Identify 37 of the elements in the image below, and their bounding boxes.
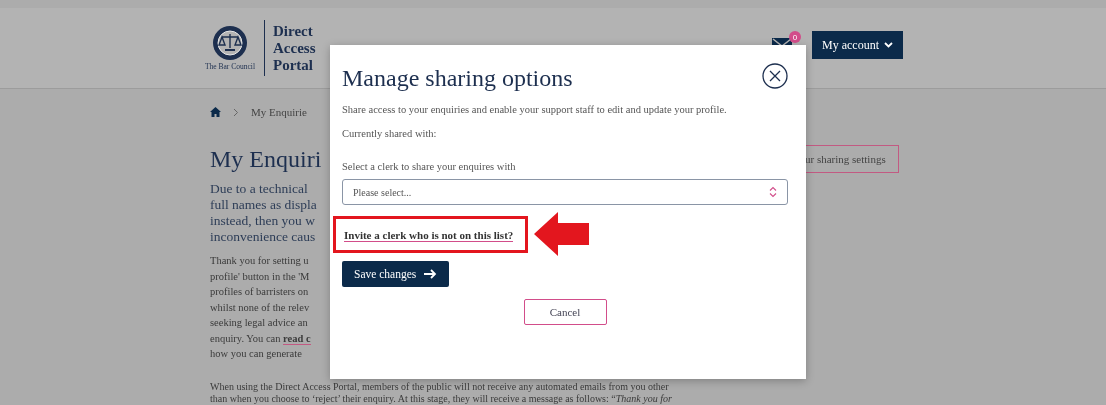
body-text: When using the Direct Access Portal, members of the public will not receive any automated emails from you other — [210, 381, 669, 393]
notice-text: Due to a technical — [210, 181, 308, 197]
body-text: profile' button in the 'M — [210, 269, 310, 284]
read-link[interactable]: read c — [283, 332, 311, 345]
pointer-arrow — [534, 212, 590, 256]
seal-logo-icon — [212, 25, 248, 61]
sort-chevrons-icon — [769, 186, 777, 198]
clerk-select[interactable]: Please select... — [342, 179, 788, 205]
dialog-title: Manage sharing options — [342, 65, 573, 92]
notice-text: inconvenience caus — [210, 229, 316, 245]
page-heading: My Enquiri — [210, 145, 323, 173]
close-icon[interactable] — [762, 63, 788, 89]
notice-text: full names as displa — [210, 197, 317, 213]
body-text: how you can generate — [210, 347, 302, 361]
logo-title: Portal — [273, 56, 314, 74]
body-text: than when you choose to ‘reject’ their enquiry. At this stage, they will receive a message as follows: “Thank you for — [210, 392, 672, 404]
notice-text: instead, then you w — [210, 213, 315, 229]
breadcrumb-item[interactable]: My Enquirie — [251, 106, 307, 118]
dialog-description: Share access to your enquiries and enable your support staff to edit and update your profile. — [342, 103, 728, 117]
home-icon[interactable] — [210, 107, 221, 117]
logo-title: Access — [273, 39, 316, 57]
select-label: Select a clerk to share your enquires with — [342, 161, 517, 172]
chevron-down-icon — [884, 42, 893, 48]
save-changes-button[interactable]: Save changes — [342, 261, 450, 287]
body-text: enquiry. You can read c — [210, 331, 311, 346]
chevron-right-icon — [233, 107, 239, 117]
logo-title: Direct — [273, 22, 314, 40]
body-text: whilst none of the relev — [210, 300, 310, 315]
invite-clerk-link[interactable]: Invite a clerk who is not on this list? — [344, 228, 514, 242]
arrow-right-icon — [424, 269, 438, 279]
body-text: seeking legal advice an — [210, 316, 308, 330]
shared-with-label: Currently shared with: — [342, 128, 438, 139]
account-button[interactable]: My account — [812, 31, 903, 59]
body-text: Thank you for setting u — [210, 254, 309, 268]
body-text: profiles of barristers on — [210, 285, 309, 299]
message-count-badge: 0 — [789, 31, 801, 43]
cancel-button[interactable]: Cancel — [523, 299, 607, 325]
